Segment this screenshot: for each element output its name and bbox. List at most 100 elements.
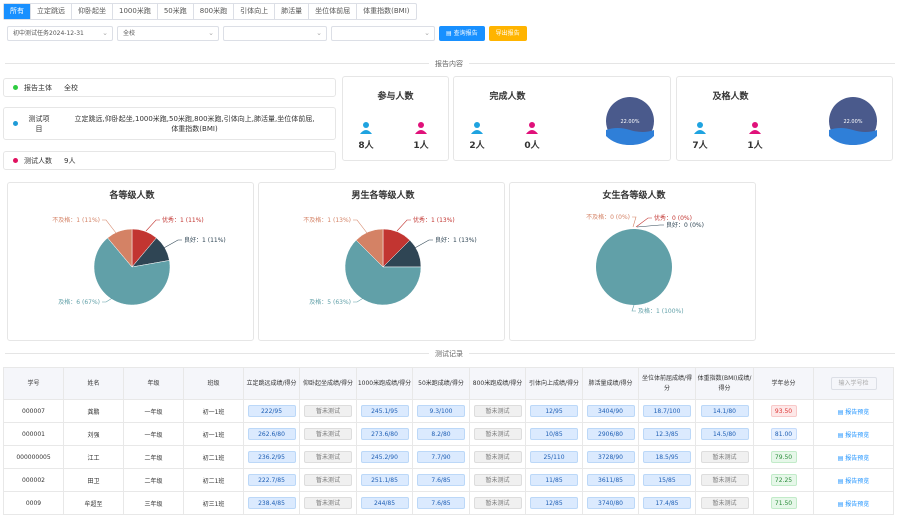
tab-8[interactable]: 坐位体前屈: [309, 4, 358, 19]
score-pill: 17.4/85: [643, 497, 691, 509]
tab-2[interactable]: 仰卧起坐: [72, 4, 113, 19]
score-pill: 暂未测试: [473, 451, 522, 463]
score-pill: 7.6/85: [417, 474, 465, 486]
table-row: 000002 田卫 二年级 初二1班 222.7/85 暂未测试 251.1/85 7.6/8…: [3, 468, 894, 492]
pass-percent: 22.00%: [843, 119, 862, 125]
tab-3[interactable]: 1000米跑: [113, 4, 158, 19]
score-pill: 251.1/85: [360, 474, 409, 486]
complete-percent: 22.00%: [620, 119, 639, 125]
tab-4[interactable]: 50米跑: [158, 4, 194, 19]
female-count: 1人: [409, 122, 433, 151]
column-header: 肺活量成绩/得分: [582, 367, 639, 400]
slice-label: 不及格：1 (13%): [303, 216, 351, 224]
total-score-badge: 93.50: [770, 405, 797, 417]
score-cell: 暂未测试: [469, 422, 526, 446]
tab-6[interactable]: 引体向上: [234, 4, 276, 19]
pie-chart-male: 男生各等级人数优秀：1 (13%) 良好：1 (13%) 及格：5 (63%) 不及格…: [303, 189, 477, 306]
male-person-icon: [360, 122, 372, 134]
chevron-down-icon: ⌄: [102, 29, 108, 37]
score-pill: 8.2/80: [417, 428, 465, 440]
pass-liquid-gauge: 22.00%: [829, 97, 877, 145]
score-pill: 3404/90: [586, 405, 635, 417]
report-preview-label: 报告预览: [845, 431, 870, 439]
column-header: 800米跑成绩/得分: [469, 367, 526, 400]
cell-id: 0009: [3, 491, 64, 515]
male-count: 2人: [465, 122, 489, 151]
tab-5[interactable]: 800米跑: [194, 4, 235, 19]
score-pill: 18.7/100: [643, 405, 691, 417]
student-id-search-input[interactable]: 输入学号检: [830, 377, 877, 390]
score-cell: 251.1/85: [356, 468, 413, 492]
tab-1[interactable]: 立定跳远: [31, 4, 72, 19]
pie-chart-all: 各等级人数优秀：1 (11%) 良好：1 (11%) 及格：6 (67%) 不及格：1…: [52, 189, 226, 306]
cell-grade: 二年级: [123, 468, 184, 492]
score-cell: 暂未测试: [299, 422, 357, 446]
score-cell: 14.1/80: [695, 399, 754, 423]
score-pill: 暂未测试: [473, 428, 522, 440]
score-pill: 暂未测试: [473, 474, 522, 486]
task-select-value: 初中测试任务2024-12-31: [13, 30, 84, 37]
tab-9[interactable]: 体重指数(BMI): [357, 4, 415, 19]
slice-label: 良好：1 (13%): [435, 236, 477, 244]
task-select[interactable]: 初中测试任务2024-12-31 ⌄: [7, 26, 113, 41]
score-pill: 238.4/85: [247, 497, 296, 509]
tab-7[interactable]: 肺活量: [275, 4, 310, 19]
slice-label: 良好：0 (0%): [666, 221, 704, 229]
score-cell: 11/85: [525, 468, 583, 492]
report-preview-link[interactable]: ▤ 报告预览: [838, 432, 870, 439]
slice-label: 及格：5 (63%): [309, 298, 351, 306]
report-subject-row: 报告主体 全校: [3, 78, 336, 97]
grade-select[interactable]: ⌄: [223, 26, 327, 41]
pie-slice-及格: [596, 229, 672, 305]
score-pill: 12.3/85: [643, 428, 691, 440]
score-pill: 11/85: [530, 474, 578, 486]
score-pill: 262.6/80: [247, 428, 296, 440]
male-count-value: 2人: [469, 141, 485, 151]
score-cell: 9.3/100: [412, 399, 470, 423]
male-count-value: 8人: [358, 141, 374, 151]
score-pill: 暂未测试: [304, 451, 352, 463]
participate-card: 参与人数 8人 1人: [342, 76, 449, 161]
cell-name: 江工: [63, 445, 124, 469]
subject-label: 报告主体: [24, 83, 52, 92]
label-leader-line: [631, 304, 636, 312]
document-icon: ▤: [446, 30, 454, 37]
score-cell: 8.2/80: [412, 422, 470, 446]
slice-label: 优秀：1 (13%): [413, 216, 455, 224]
cell-grade: 三年级: [123, 491, 184, 515]
class-select[interactable]: ⌄: [331, 26, 435, 41]
score-cell: 18.7/100: [638, 399, 696, 423]
chart-title: 男生各等级人数: [351, 189, 415, 201]
query-report-button[interactable]: ▤ 查询报告: [439, 26, 485, 41]
school-select[interactable]: 全校 ⌄: [117, 26, 219, 41]
chevron-down-icon: ⌄: [208, 29, 214, 37]
column-header: 坐位体前屈成绩/得分: [638, 367, 696, 400]
report-preview-link[interactable]: ▤ 报告预览: [838, 478, 870, 485]
export-report-button[interactable]: 导出报告: [488, 26, 527, 41]
count-value: 9人: [64, 156, 76, 165]
participate-title: 参与人数: [377, 92, 414, 102]
tab-0[interactable]: 所有: [4, 4, 31, 19]
score-cell: 暂未测试: [695, 445, 754, 469]
report-preview-link[interactable]: ▤ 报告预览: [838, 409, 870, 416]
table-header-row: 学号 姓名 年级 班级 立定跳远成绩/得分 仰卧起坐成绩/得分 1000米跑成绩/得分 50米…: [3, 367, 894, 400]
score-pill: 暂未测试: [304, 405, 352, 417]
total-cell: 72.25: [753, 468, 814, 492]
score-pill: 7.7/90: [417, 451, 465, 463]
score-cell: 15/85: [638, 468, 696, 492]
score-cell: 暂未测试: [469, 399, 526, 423]
slice-label: 及格：6 (67%): [58, 298, 100, 306]
score-pill: 暂未测试: [700, 497, 749, 509]
score-cell: 222/95: [243, 399, 300, 423]
report-preview-link[interactable]: ▤ 报告预览: [838, 501, 870, 508]
action-cell: ▤ 报告预览: [813, 491, 894, 515]
score-cell: 3611/85: [582, 468, 639, 492]
score-pill: 14.5/80: [700, 428, 749, 440]
cell-grade: 一年级: [123, 422, 184, 446]
female-person-icon: [526, 122, 538, 134]
label-leader-line: [145, 219, 160, 232]
score-cell: 暂未测试: [299, 399, 357, 423]
report-preview-link[interactable]: ▤ 报告预览: [838, 455, 870, 462]
cell-class: 初一1班: [183, 422, 244, 446]
score-pill: 暂未测试: [304, 474, 352, 486]
